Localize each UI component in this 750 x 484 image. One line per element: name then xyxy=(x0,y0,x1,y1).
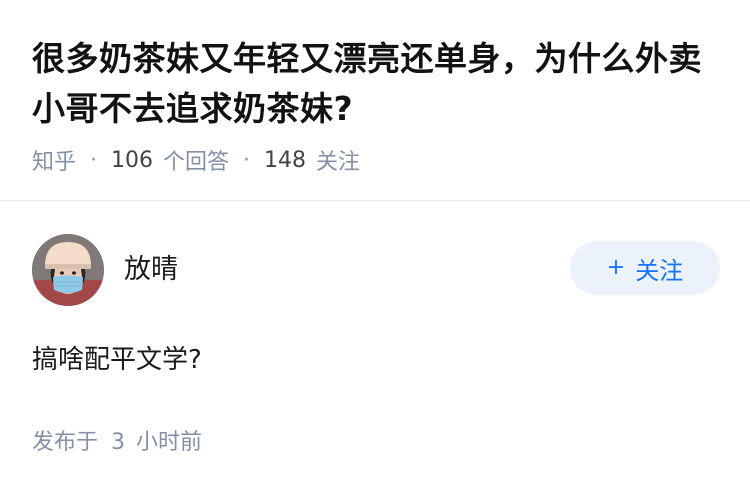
time-suffix: 小时前 xyxy=(136,430,203,455)
question-header: 很多奶茶妹又年轻又漂亮还单身，为什么外卖小哥不去追求奶茶妹? 知乎 · 106 … xyxy=(32,34,722,176)
answer-timestamp: 发布于 3 小时前 xyxy=(32,424,718,456)
author-name[interactable]: 放晴 xyxy=(124,247,178,286)
question-title[interactable]: 很多奶茶妹又年轻又漂亮还单身，为什么外卖小哥不去追求奶茶妹? xyxy=(32,34,722,134)
source-label[interactable]: 知乎 xyxy=(32,144,76,176)
followers-unit: 关注 xyxy=(316,150,361,175)
section-divider xyxy=(0,200,750,201)
answers-count: 106 xyxy=(111,147,154,173)
answers-unit: 个回答 xyxy=(163,150,230,175)
followers-count: 148 xyxy=(264,147,307,173)
avatar[interactable] xyxy=(32,234,104,306)
separator-dot: · xyxy=(243,147,251,173)
separator-dot: · xyxy=(90,147,98,173)
answer-card: 放晴 + 关注 搞啥配平文学? 发布于 3 小时前 xyxy=(32,234,720,456)
question-meta: 知乎 · 106 个回答 · 148 关注 xyxy=(32,144,722,176)
time-value: 3 xyxy=(111,430,126,455)
follow-label: 关注 xyxy=(635,256,684,285)
answer-content[interactable]: 搞啥配平文学? xyxy=(32,340,718,380)
follow-button[interactable]: + 关注 xyxy=(570,241,720,295)
plus-icon: + xyxy=(606,255,626,280)
author-row: 放晴 + 关注 xyxy=(32,234,720,306)
avatar-image xyxy=(32,234,104,306)
time-prefix: 发布于 xyxy=(32,430,99,455)
